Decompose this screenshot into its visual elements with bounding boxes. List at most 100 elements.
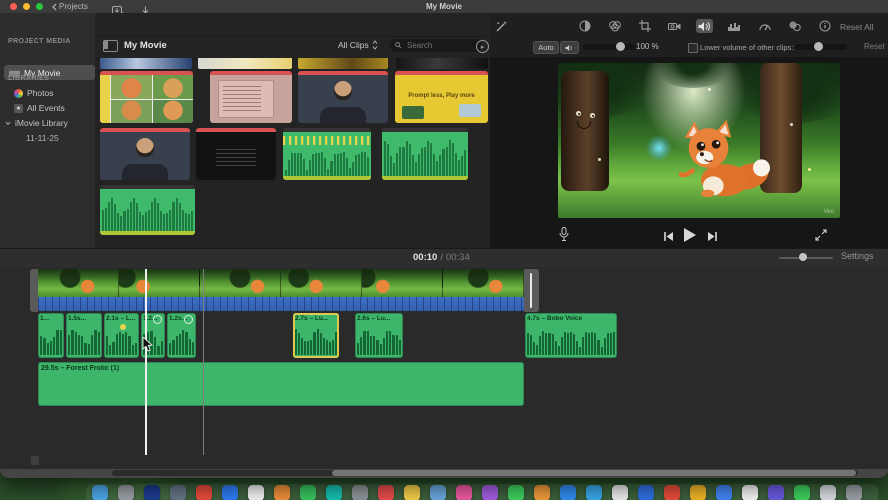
dock-icon[interactable]: [638, 485, 654, 500]
sidebar-item-all-events[interactable]: ★ All Events: [14, 103, 65, 113]
dock-icon[interactable]: [92, 485, 108, 500]
dock-icon[interactable]: [768, 485, 784, 500]
clip-label: 2.1s – L...: [106, 315, 136, 322]
dock-icon[interactable]: [664, 485, 680, 500]
play-button[interactable]: [684, 228, 696, 242]
total-duration: 00:34: [445, 252, 470, 263]
effects-icon[interactable]: [786, 19, 803, 33]
media-thumbnail-audio[interactable]: [382, 128, 468, 180]
timeline-settings-button[interactable]: Settings: [841, 251, 874, 261]
auto-volume-button[interactable]: Auto: [533, 41, 559, 54]
dock-icon[interactable]: [248, 485, 264, 500]
dock-icon[interactable]: [118, 485, 134, 500]
dock-icon[interactable]: [430, 485, 446, 500]
volume-slider[interactable]: [583, 42, 635, 51]
clip-trim-handle-left[interactable]: [30, 269, 38, 312]
fullscreen-icon[interactable]: [815, 228, 827, 246]
dock-icon[interactable]: [690, 485, 706, 500]
timeline-audio-clip[interactable]: 2.6s – Lu...: [355, 313, 403, 358]
background-music-clip[interactable]: 29.5s – Forest Frolic (1): [38, 362, 524, 406]
filmstrip-frame[interactable]: [200, 269, 281, 297]
color-correction-icon[interactable]: [606, 19, 623, 33]
volume-slider-knob[interactable]: [616, 42, 625, 51]
dock-icon[interactable]: [716, 485, 732, 500]
ducking-slider-knob[interactable]: [814, 42, 823, 51]
horizontal-scrollbar-thumb[interactable]: [332, 470, 856, 476]
mute-button[interactable]: [560, 41, 579, 54]
filmstrip-frame[interactable]: [443, 269, 524, 297]
media-thumbnail-fox-collage[interactable]: [100, 71, 193, 123]
timeline-audio-clip[interactable]: 2.7s – Lu...: [293, 313, 339, 358]
media-thumbnail-notes[interactable]: [210, 71, 292, 123]
search-input[interactable]: [405, 40, 469, 51]
filmstrip-frame[interactable]: [362, 269, 443, 297]
playhead[interactable]: [145, 269, 147, 455]
video-audio-strip[interactable]: [38, 297, 524, 311]
sidebar-item-imovie-library[interactable]: iMovie Library: [5, 118, 68, 128]
dock-icon[interactable]: [508, 485, 524, 500]
media-thumbnail-webcam[interactable]: [100, 128, 190, 180]
media-thumbnail[interactable]: [396, 58, 488, 69]
clip-trim-handle-right[interactable]: [524, 269, 539, 312]
crop-icon[interactable]: [636, 19, 653, 33]
dock-icon[interactable]: [586, 485, 602, 500]
noise-reduction-icon[interactable]: [726, 19, 743, 33]
dock-icon[interactable]: [222, 485, 238, 500]
lower-volume-checkbox[interactable]: [688, 43, 698, 53]
media-thumbnail-audio[interactable]: [100, 185, 195, 235]
sidebar-toggle-icon[interactable]: [103, 40, 118, 52]
timeline-audio-clip[interactable]: 1.5s...: [66, 313, 102, 358]
volume-icon[interactable]: [696, 19, 713, 33]
dock-icon[interactable]: [742, 485, 758, 500]
color-balance-icon[interactable]: [576, 19, 593, 33]
sidebar-item-event-date[interactable]: 11-11-25: [26, 133, 59, 143]
dock-icon[interactable]: [300, 485, 316, 500]
dock-icon[interactable]: [274, 485, 290, 500]
dock-icon[interactable]: [794, 485, 810, 500]
media-thumbnail-webcam[interactable]: [298, 71, 388, 123]
timeline-audio-clip[interactable]: 2.1s – L...: [104, 313, 139, 358]
dock-icon[interactable]: [534, 485, 550, 500]
dock-icon[interactable]: [404, 485, 420, 500]
timeline-zoom-knob[interactable]: [799, 253, 807, 261]
filmstrip-frame[interactable]: [281, 269, 362, 297]
dock-icon[interactable]: [482, 485, 498, 500]
volume-reset-button[interactable]: Reset: [864, 42, 885, 51]
dock-icon[interactable]: [560, 485, 576, 500]
next-frame-icon[interactable]: [707, 229, 718, 247]
dock-icon[interactable]: [612, 485, 628, 500]
clip-size-icon[interactable]: ▸: [476, 40, 489, 53]
media-thumbnail-terminal[interactable]: [196, 128, 276, 180]
media-thumbnail-audio[interactable]: [283, 128, 371, 180]
voiceover-mic-icon[interactable]: [559, 227, 569, 247]
speed-icon[interactable]: [756, 19, 773, 33]
dock-icon[interactable]: [820, 485, 836, 500]
media-thumbnail-slide[interactable]: Prompt less, Play more: [395, 71, 488, 123]
video-track-filmstrip[interactable]: [38, 269, 524, 297]
dock-icon[interactable]: [352, 485, 368, 500]
reset-all-button[interactable]: Reset All: [840, 22, 874, 32]
clip-filter-dropdown[interactable]: All Clips: [338, 40, 378, 50]
dock-icon[interactable]: [170, 485, 186, 500]
stabilization-icon[interactable]: [666, 19, 683, 33]
filmstrip-frame[interactable]: [38, 269, 119, 297]
media-thumbnail[interactable]: [100, 58, 192, 69]
media-thumbnail[interactable]: [298, 58, 388, 69]
sidebar-item-photos[interactable]: Photos: [14, 88, 53, 98]
dock-icon[interactable]: [196, 485, 212, 500]
previous-frame-icon[interactable]: [663, 229, 674, 247]
filmstrip-frame[interactable]: [119, 269, 200, 297]
dock-icon[interactable]: [144, 485, 160, 500]
info-icon[interactable]: [816, 19, 833, 33]
search-field[interactable]: [390, 39, 482, 52]
ducking-slider[interactable]: [795, 42, 847, 51]
dock-icon[interactable]: [326, 485, 342, 500]
enhance-magic-wand-icon[interactable]: [495, 20, 508, 38]
dock-icon[interactable]: [846, 485, 862, 500]
dock-icon[interactable]: [378, 485, 394, 500]
timeline-audio-clip[interactable]: 1.2s...: [167, 313, 196, 358]
timeline-audio-clip[interactable]: 4.7s – Bobo Voice: [525, 313, 617, 358]
timeline-audio-clip[interactable]: 1...: [38, 313, 64, 358]
media-thumbnail[interactable]: [198, 58, 292, 69]
dock-icon[interactable]: [456, 485, 472, 500]
